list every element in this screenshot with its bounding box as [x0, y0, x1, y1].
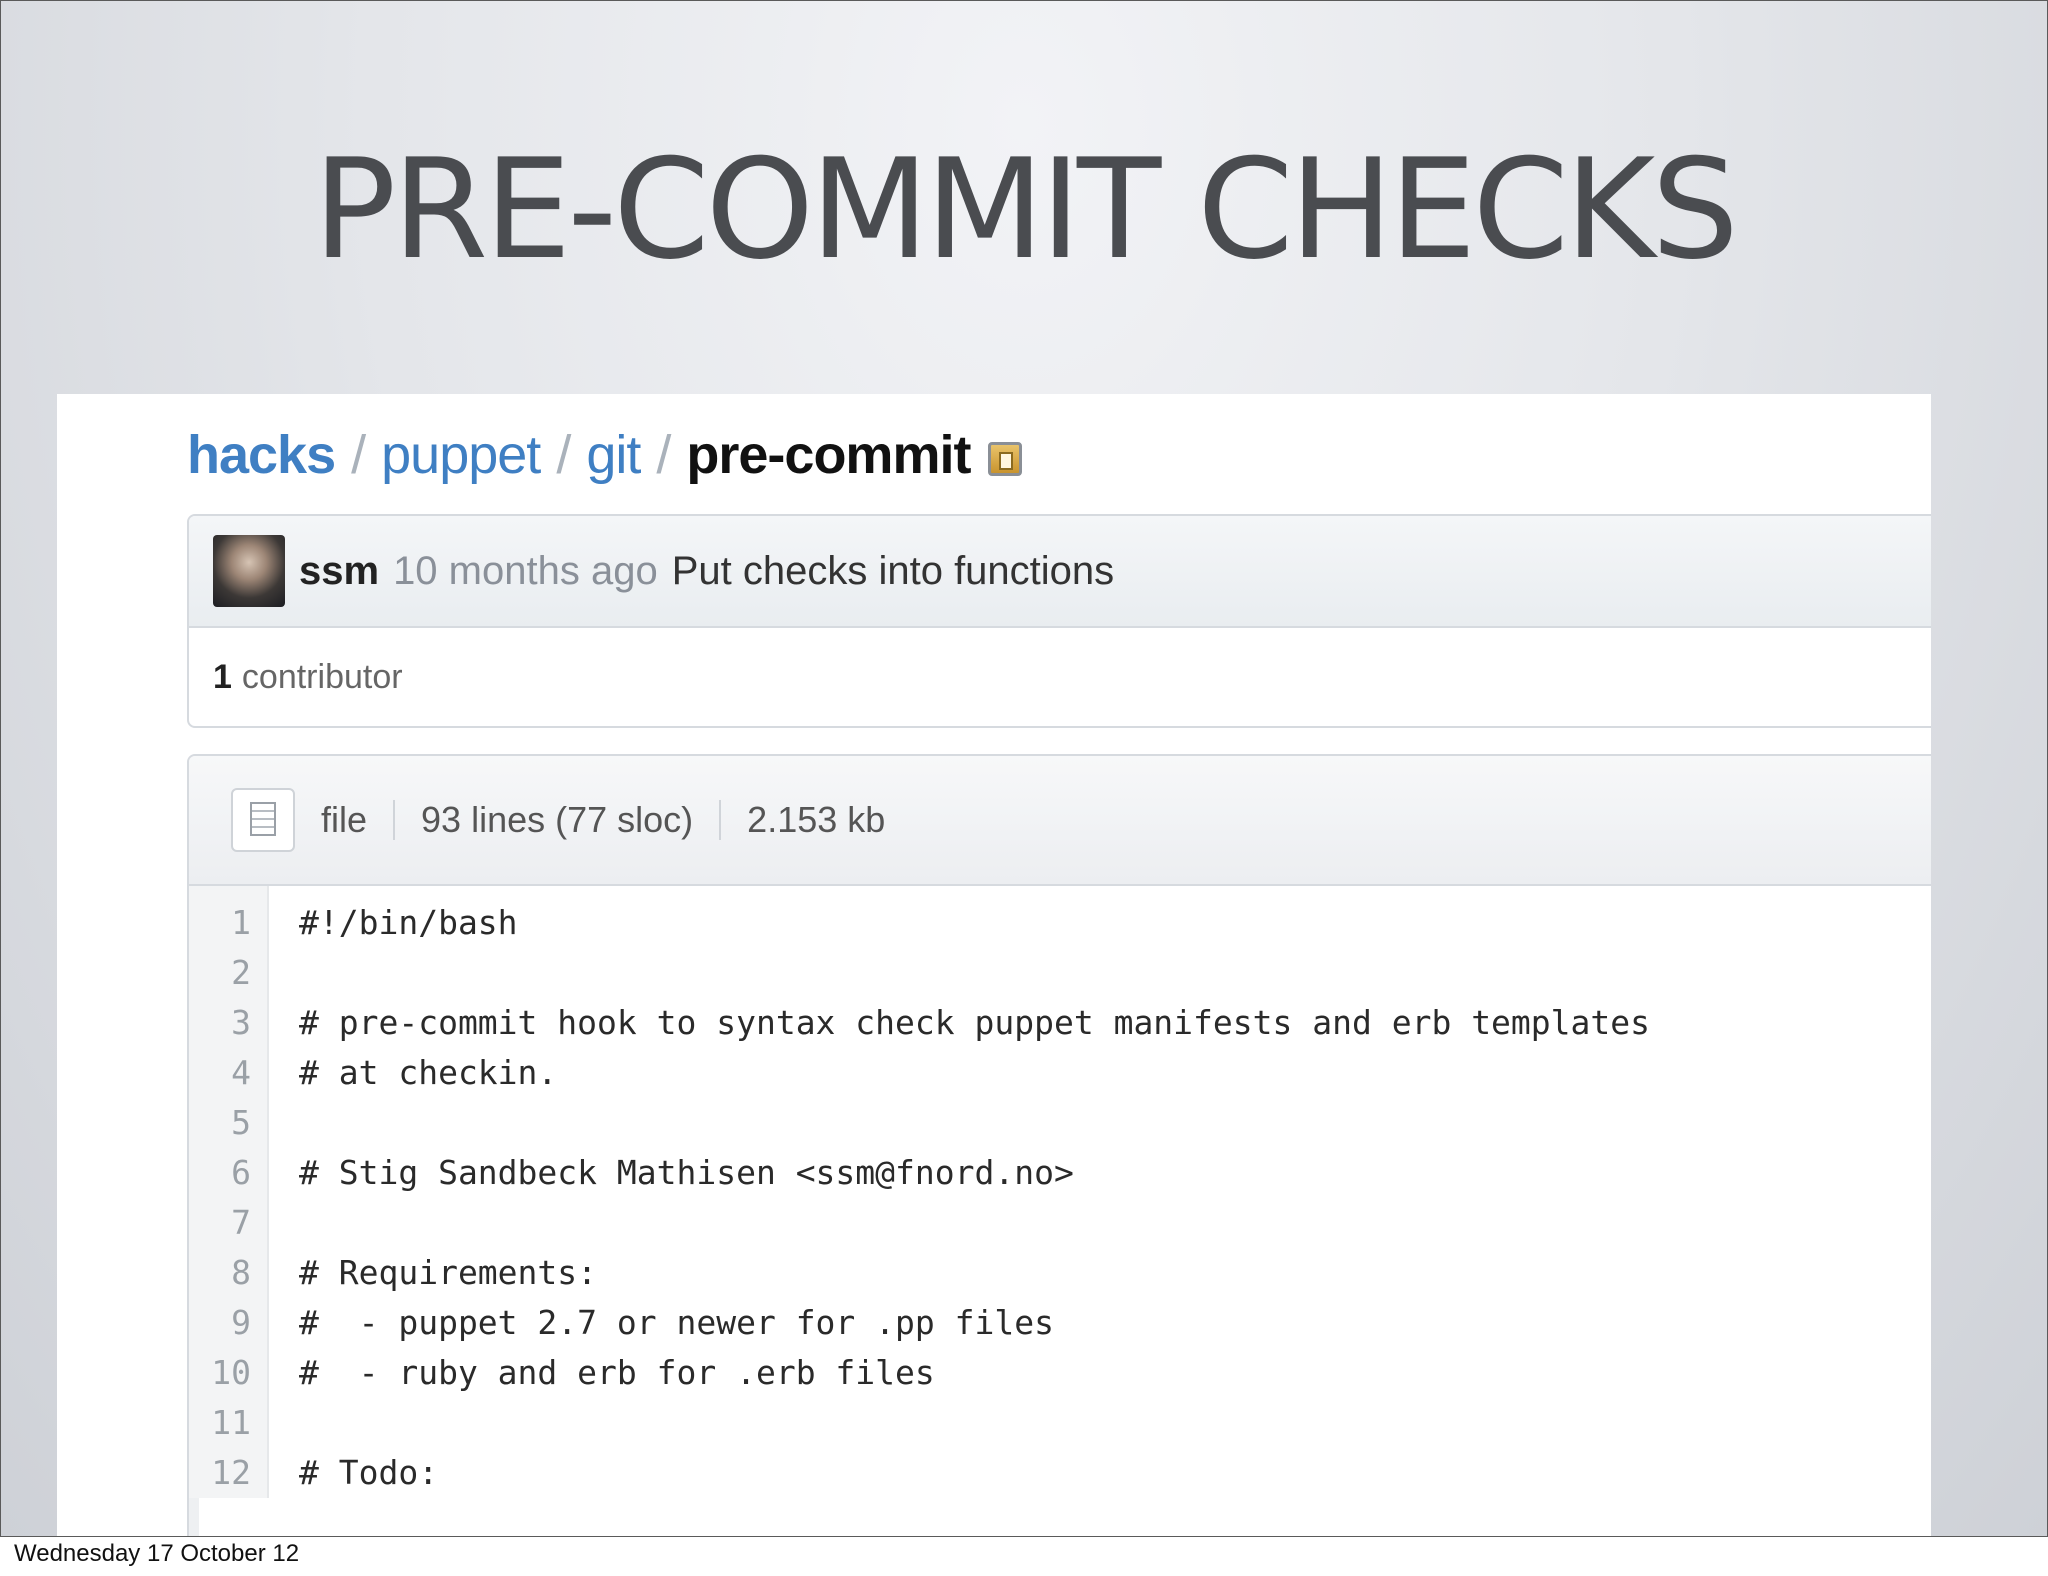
latest-commit-box: ssm 10 months ago Put checks into functi…	[187, 514, 1931, 728]
line-number[interactable]: 6	[189, 1148, 267, 1198]
breadcrumb-separator: /	[556, 425, 571, 485]
breadcrumb-separator: /	[351, 425, 366, 485]
code-line: # - ruby and erb for .erb files	[299, 1353, 935, 1392]
code-line: # Todo:	[299, 1453, 439, 1492]
breadcrumb-dir-puppet-link[interactable]: puppet	[381, 424, 541, 486]
contributors-label: contributor	[241, 657, 403, 696]
breadcrumb-repo-link[interactable]: hacks	[187, 424, 336, 486]
file-box: file 93 lines (77 sloc) 2.153 kb 1 2 3 4…	[187, 754, 1931, 1536]
commit-author-link[interactable]: ssm	[299, 549, 379, 594]
line-number[interactable]: 11	[189, 1398, 267, 1448]
clipboard-icon[interactable]	[988, 442, 1023, 476]
line-number[interactable]: 7	[189, 1198, 267, 1248]
line-number[interactable]: 10	[189, 1348, 267, 1398]
code-line: # Stig Sandbeck Mathisen <ssm@fnord.no>	[299, 1153, 1074, 1192]
file-mode: file	[321, 799, 368, 840]
line-number[interactable]: 3	[189, 998, 267, 1048]
code-line: # pre-commit hook to syntax check puppet…	[299, 1003, 1651, 1042]
line-number-gutter: 1 2 3 4 5 6 7 8 9 10 11 12	[189, 886, 269, 1498]
commit-header: ssm 10 months ago Put checks into functi…	[189, 516, 1931, 628]
line-number[interactable]: 2	[189, 948, 267, 998]
code-lines: #!/bin/bash # pre-commit hook to syntax …	[269, 886, 1650, 1498]
github-file-view: hacks / puppet / git / pre-commit ssm 10…	[57, 394, 1931, 1536]
breadcrumb-current-file: pre-commit	[686, 425, 971, 485]
code-line: # - puppet 2.7 or newer for .pp files	[299, 1303, 1054, 1342]
file-size: 2.153 kb	[747, 799, 886, 840]
line-number[interactable]: 1	[189, 898, 267, 948]
code-line: # Requirements:	[299, 1253, 598, 1292]
code-view: 1 2 3 4 5 6 7 8 9 10 11 12 #!/bin/bash #	[189, 886, 1931, 1498]
breadcrumb: hacks / puppet / git / pre-commit	[187, 424, 1023, 486]
line-number[interactable]: 12	[189, 1448, 267, 1498]
file-line-count: 93 lines (77 sloc)	[421, 799, 694, 840]
file-icon	[231, 788, 295, 852]
code-line: #!/bin/bash	[299, 903, 518, 942]
line-number[interactable]: 4	[189, 1048, 267, 1098]
avatar[interactable]	[213, 535, 285, 607]
contributors-row[interactable]: 1 contributor	[189, 628, 1931, 726]
line-number[interactable]: 8	[189, 1248, 267, 1298]
contributors-count: 1	[213, 657, 232, 696]
line-number[interactable]: 5	[189, 1098, 267, 1148]
commit-time: 10 months ago	[393, 548, 658, 593]
line-number[interactable]: 9	[189, 1298, 267, 1348]
commit-message-link[interactable]: Put checks into functions	[672, 549, 1114, 594]
slide-title: PRE-COMMIT CHECKS	[313, 129, 1739, 290]
file-header: file 93 lines (77 sloc) 2.153 kb	[189, 756, 1931, 886]
slide-date-footer: Wednesday 17 October 12	[14, 1540, 300, 1567]
breadcrumb-separator: /	[656, 425, 671, 485]
code-line: # at checkin.	[299, 1053, 558, 1092]
slide: PRE-COMMIT CHECKS hacks / puppet / git /…	[0, 0, 2048, 1537]
breadcrumb-dir-git-link[interactable]: git	[586, 424, 641, 486]
